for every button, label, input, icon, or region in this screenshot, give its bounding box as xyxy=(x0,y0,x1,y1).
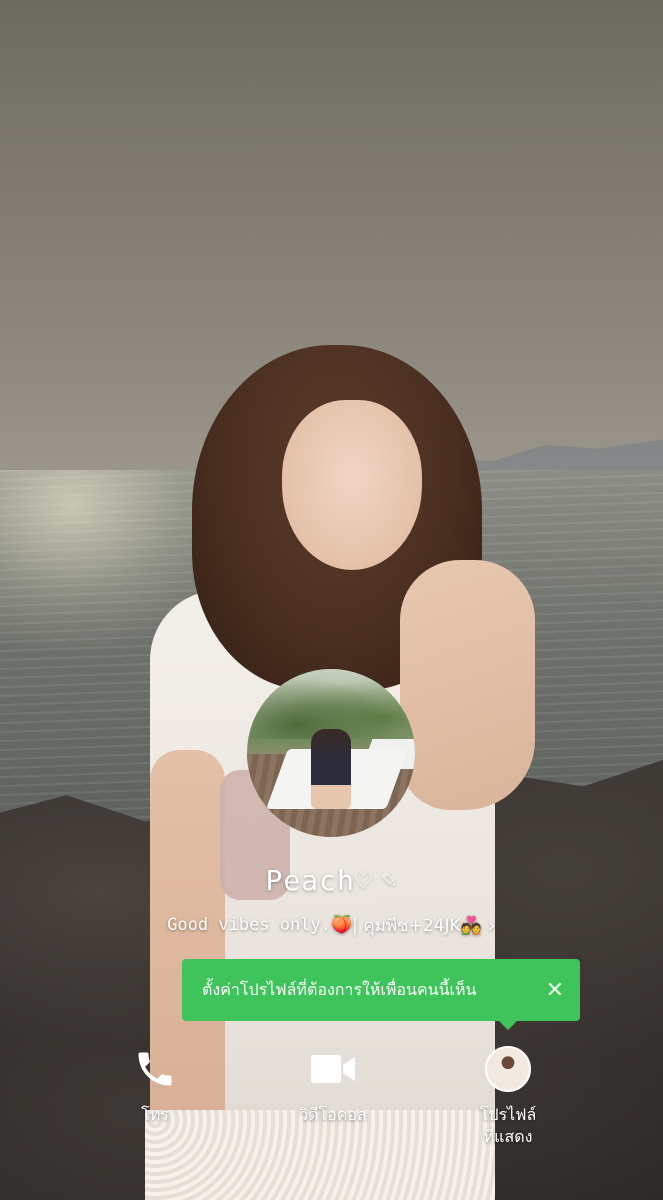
profile-visibility-tooltip: ตั้งค่าโปรไฟล์ที่ต้องการให้เพื่อนคนนี้เห… xyxy=(182,959,580,1021)
video-call-label: วิดีโอคอล xyxy=(299,1105,367,1124)
status-prefix: Good vibes only. xyxy=(167,915,331,935)
pencil-icon[interactable]: ✎ xyxy=(381,868,398,892)
displayed-profile-label: โปรไฟล์ ที่แสดง xyxy=(480,1104,537,1148)
displayed-profile-label-line2: ที่แสดง xyxy=(483,1127,533,1146)
displayed-profile-icon-wrap xyxy=(485,1040,531,1098)
person-face xyxy=(282,400,422,570)
avatar-person xyxy=(311,729,351,809)
displayed-profile-label-line1: โปรไฟล์ xyxy=(479,1105,537,1124)
tooltip-text: ตั้งค่าโปรไฟล์ที่ต้องการให้เพื่อนคนนี้เห… xyxy=(202,979,477,999)
video-call-button[interactable]: วิดีโอคอล xyxy=(268,1040,398,1160)
video-camera-icon xyxy=(309,1040,357,1098)
status-message-row[interactable]: Good vibes only. 🍑 | คุมพีช+24JK💑 › xyxy=(0,910,663,940)
call-button[interactable]: โทร xyxy=(90,1040,220,1160)
profile-name: Peach♡ xyxy=(265,863,373,897)
action-bar: โทร วิดีโอคอล โปรไฟล์ ที่แสดง xyxy=(0,1040,663,1160)
tooltip-arrow xyxy=(498,1020,518,1030)
profile-name-row: Peach♡ ✎ xyxy=(0,860,663,900)
status-suffix: | คุมพีช+24JK💑 xyxy=(352,915,482,936)
profile-avatar[interactable] xyxy=(247,669,415,837)
displayed-profile-avatar xyxy=(485,1046,531,1092)
call-label: โทร xyxy=(141,1105,169,1124)
close-icon[interactable]: ✕ xyxy=(546,978,564,1003)
phone-icon xyxy=(133,1040,177,1098)
person-arm-right xyxy=(400,560,535,810)
chevron-right-icon: › xyxy=(487,913,496,937)
displayed-profile-button[interactable]: โปรไฟล์ ที่แสดง xyxy=(443,1040,573,1160)
status-emoji: 🍑 xyxy=(330,915,353,935)
